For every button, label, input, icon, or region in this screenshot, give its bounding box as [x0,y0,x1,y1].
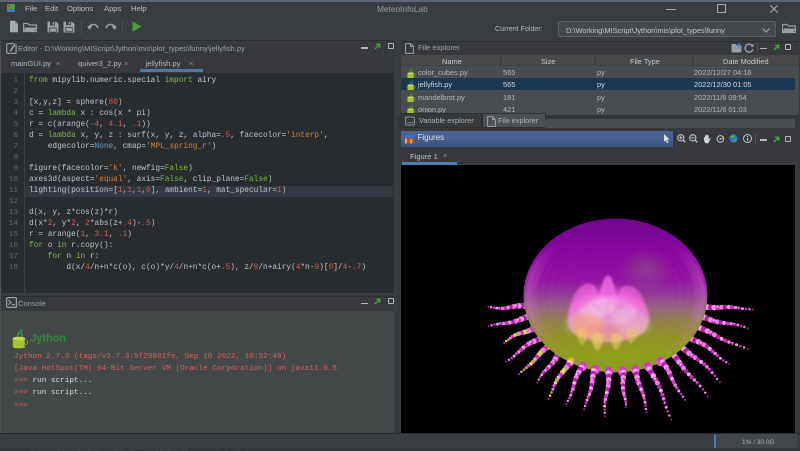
svg-text:Jython: Jython [31,333,66,345]
